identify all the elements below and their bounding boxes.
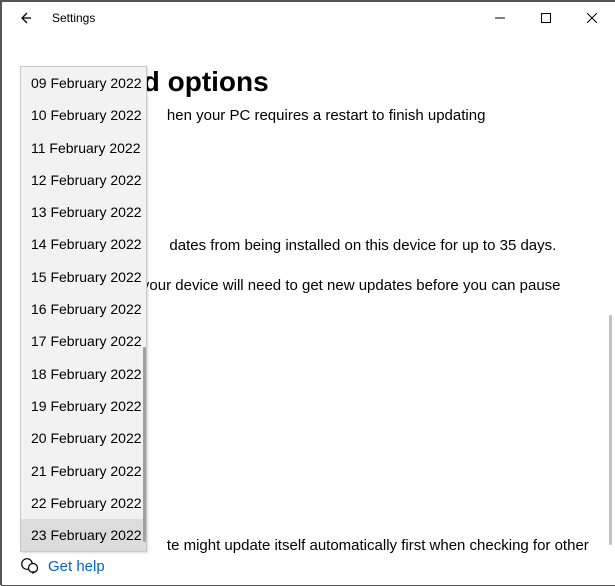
dropdown-option[interactable]: 21 February 2022 xyxy=(21,455,146,487)
titlebar: Settings xyxy=(2,2,615,34)
dropdown-list: 09 February 202210 February 202211 Febru… xyxy=(21,67,146,551)
dropdown-option[interactable]: 19 February 2022 xyxy=(21,390,146,422)
dropdown-option[interactable]: 17 February 2022 xyxy=(21,325,146,357)
maximize-icon xyxy=(541,13,551,23)
dropdown-scrollbar[interactable] xyxy=(143,347,146,542)
close-icon xyxy=(587,13,597,23)
dropdown-option[interactable]: 09 February 2022 xyxy=(21,67,146,99)
help-row: Get help xyxy=(20,556,105,577)
dropdown-option[interactable]: 12 February 2022 xyxy=(21,164,146,196)
dropdown-option[interactable]: 10 February 2022 xyxy=(21,99,146,131)
dropdown-option[interactable]: 20 February 2022 xyxy=(21,422,146,454)
back-button[interactable] xyxy=(2,2,48,34)
dropdown-option[interactable]: 18 February 2022 xyxy=(21,358,146,390)
dropdown-option[interactable]: 11 February 2022 xyxy=(21,132,146,164)
window-title: Settings xyxy=(48,11,95,25)
minimize-icon xyxy=(495,13,505,23)
dropdown-option[interactable]: 15 February 2022 xyxy=(21,261,146,293)
window-controls xyxy=(477,2,615,34)
dropdown-option[interactable]: 13 February 2022 xyxy=(21,196,146,228)
page-scrollbar[interactable] xyxy=(609,315,612,545)
dropdown-option[interactable]: 16 February 2022 xyxy=(21,293,146,325)
dropdown-option[interactable]: 23 February 2022 xyxy=(21,519,146,551)
close-button[interactable] xyxy=(569,2,615,34)
get-help-link[interactable]: Get help xyxy=(48,558,105,575)
arrow-left-icon xyxy=(17,10,33,26)
maximize-button[interactable] xyxy=(523,2,569,34)
minimize-button[interactable] xyxy=(477,2,523,34)
help-icon xyxy=(20,556,38,577)
dropdown-option[interactable]: 14 February 2022 xyxy=(21,228,146,260)
dropdown-option[interactable]: 22 February 2022 xyxy=(21,487,146,519)
pause-until-dropdown[interactable]: 09 February 202210 February 202211 Febru… xyxy=(20,66,147,552)
